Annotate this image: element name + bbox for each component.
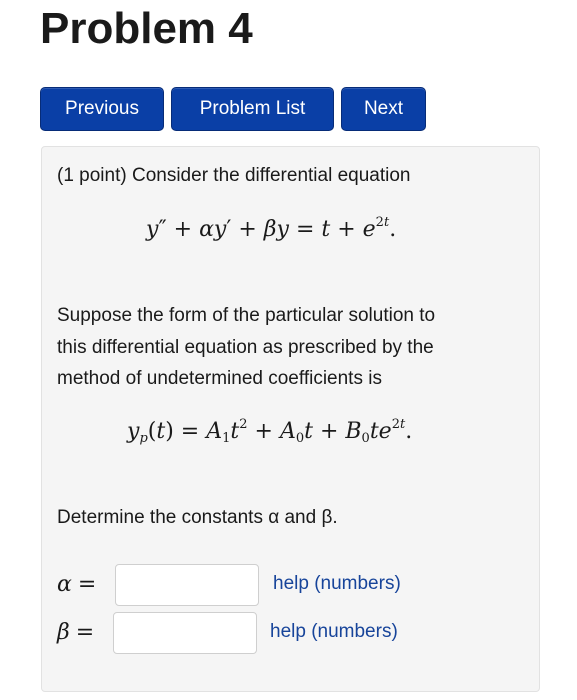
differential-equation: y″ + αy′ + βy = t + e2t. — [146, 215, 397, 242]
problem-panel: (1 point) Consider the differential equa… — [41, 146, 540, 692]
determine-text: Determine the constants α and β. — [57, 507, 338, 528]
suppose-text-line-2: this differential equation as prescribed… — [57, 337, 434, 358]
particular-solution-form: yp(t) = A1t2 + A0t + B0te2t. — [127, 417, 413, 446]
beta-help-link[interactable]: help (numbers) — [270, 621, 398, 643]
problem-list-button[interactable]: Problem List — [171, 87, 334, 131]
alpha-help-link[interactable]: help (numbers) — [273, 573, 401, 595]
beta-input[interactable] — [113, 612, 257, 654]
suppose-text-line-1: Suppose the form of the particular solut… — [57, 305, 436, 326]
alpha-input[interactable] — [115, 564, 259, 606]
previous-button[interactable]: Previous — [40, 87, 164, 131]
problem-intro: (1 point) Consider the differential equa… — [57, 165, 411, 186]
suppose-text-line-3: method of undetermined coefficients is — [57, 368, 382, 389]
alpha-label: α = — [57, 572, 97, 597]
next-button[interactable]: Next — [341, 87, 426, 131]
page-title: Problem 4 — [40, 4, 253, 53]
beta-label: β = — [57, 620, 95, 645]
